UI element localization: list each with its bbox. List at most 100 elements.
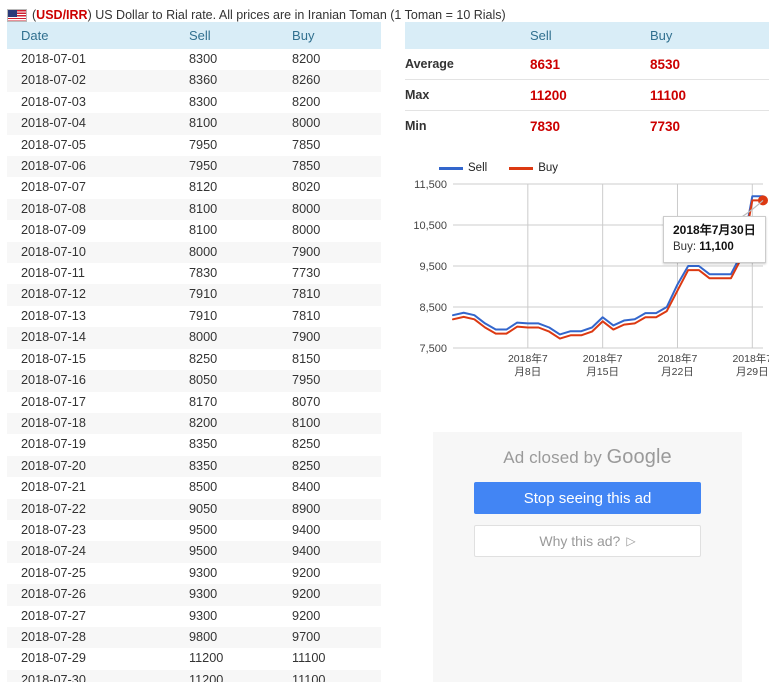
cell-sell: 8350 (188, 458, 218, 473)
table-row: 2018-07-22 9050 8900 (7, 498, 381, 520)
cell-date: 2018-07-09 (21, 223, 86, 238)
chart-gridlines (453, 183, 763, 349)
cell-date: 2018-07-14 (21, 330, 86, 345)
x-axis-tick-label: 2018年7 月15日 (583, 352, 623, 378)
cell-buy: 8020 (292, 180, 321, 195)
currency-pair-code: USD/IRR (36, 8, 88, 22)
cell-buy: 7810 (292, 287, 321, 302)
cell-date: 2018-07-22 (21, 501, 86, 516)
x-axis-tick-label: 2018年7 月22日 (658, 352, 698, 378)
cell-date: 2018-07-02 (21, 73, 86, 88)
table-row: 2018-07-09 8100 8000 (7, 220, 381, 242)
cell-buy: 9200 (292, 587, 321, 602)
cell-date: 2018-07-11 (21, 266, 85, 281)
summary-header-buy: Buy (650, 22, 769, 49)
summary-header-blank (405, 22, 530, 49)
right-panel: Sell Buy Average 8631 8530 Max 11200 11100 Min… (405, 22, 769, 390)
table-row: 2018-07-25 9300 9200 (7, 562, 381, 585)
cell-buy: 8250 (292, 458, 321, 473)
legend-item-sell[interactable]: Sell (439, 162, 487, 174)
cell-sell: 8200 (188, 415, 218, 430)
y-axis-tick-label: 9,500 (419, 261, 447, 273)
y-axis-tick-label: 10,500 (413, 220, 447, 232)
cell-date: 2018-07-26 (21, 587, 86, 602)
chart-legend: Sell Buy (439, 162, 558, 174)
rates-table-header-row: Date Sell Buy (7, 22, 381, 49)
table-row: 2018-07-07 8120 8020 (7, 177, 381, 199)
summary-buy-value: 11100 (650, 79, 769, 111)
cell-sell: 8360 (188, 73, 218, 88)
cell-sell: 8250 (188, 351, 218, 366)
google-wordmark: Google (606, 446, 672, 468)
cell-sell: 8300 (188, 52, 218, 66)
cell-sell: 9300 (188, 565, 218, 580)
table-row: 2018-07-15 8250 8150 (7, 348, 381, 371)
cell-date: 2018-07-08 (21, 201, 86, 216)
rates-table: Date Sell Buy 2018-07-01 8300 8200 2018-07-… (7, 22, 381, 682)
cell-sell: 11200 (188, 651, 224, 666)
cell-buy: 7850 (292, 159, 321, 174)
cell-buy: 11100 (292, 651, 326, 666)
table-row: 2018-07-23 9500 9400 (7, 519, 381, 542)
cell-buy: 8000 (292, 116, 321, 131)
page-root: (USD/IRR) US Dollar to Rial rate. All pr… (0, 0, 774, 682)
why-this-ad-button[interactable]: Why this ad? ▷ (474, 525, 701, 557)
table-row: 2018-07-29 11200 11100 (7, 648, 381, 670)
cell-sell: 8120 (188, 180, 218, 195)
cell-buy: 8260 (292, 73, 321, 88)
cell-sell: 8350 (188, 437, 218, 452)
cell-date: 2018-07-01 (21, 52, 86, 66)
table-row: 2018-07-16 8050 7950 (7, 370, 381, 392)
tooltip-series-label: Buy: (673, 241, 697, 254)
legend-label-buy: Buy (538, 162, 559, 174)
cell-date: 2018-07-06 (21, 159, 86, 174)
cell-date: 2018-07-19 (21, 437, 86, 452)
table-row: 2018-07-11 7830 7730 (7, 263, 381, 285)
cell-buy: 7850 (292, 137, 321, 152)
cell-sell: 8500 (188, 480, 218, 495)
cell-buy: 8400 (292, 480, 321, 495)
legend-item-buy[interactable]: Buy (509, 162, 558, 174)
summary-header-row: Sell Buy (405, 22, 769, 49)
cell-sell: 8170 (188, 394, 218, 409)
cell-buy: 7810 (292, 308, 321, 323)
ad-closed-label: Ad closed by Google (503, 446, 671, 469)
why-this-ad-label: Why this ad? (539, 533, 621, 549)
column-header-date[interactable]: Date (7, 22, 175, 49)
table-row: 2018-07-01 8300 8200 (7, 49, 381, 71)
cell-buy: 8100 (292, 415, 321, 430)
tooltip-value: 11,100 (699, 241, 734, 254)
cell-date: 2018-07-03 (21, 94, 86, 109)
rate-line-chart[interactable]: 7,500 8,500 9,500 10,500 11,500 2018年7 月8日 201… (405, 158, 769, 390)
cell-buy: 8000 (292, 223, 321, 238)
table-row: 2018-07-28 9800 9700 (7, 626, 381, 649)
cell-buy: 8250 (292, 437, 321, 452)
table-row: 2018-07-26 9300 9200 (7, 584, 381, 606)
table-row: 2018-07-12 7910 7810 (7, 284, 381, 306)
table-row: 2018-07-10 8000 7900 (7, 241, 381, 264)
summary-row-label: Max (405, 79, 530, 111)
table-row: 2018-07-13 7910 7810 (7, 305, 381, 328)
cell-sell: 7950 (188, 159, 218, 174)
cell-buy: 8150 (292, 351, 321, 366)
table-row: 2018-07-14 8000 7900 (7, 327, 381, 349)
x-axis-tick-label: 2018年7 月8日 (508, 352, 548, 378)
y-axis-tick-label: 8,500 (419, 302, 447, 314)
table-row: 2018-07-08 8100 8000 (7, 198, 381, 221)
cell-date: 2018-07-25 (21, 565, 86, 580)
column-header-sell[interactable]: Sell (174, 22, 279, 49)
cell-date: 2018-07-21 (21, 480, 86, 495)
summary-row: Average 8631 8530 (405, 49, 769, 80)
cell-buy: 7900 (292, 244, 321, 259)
cell-sell: 9800 (188, 629, 218, 644)
cell-buy: 8900 (292, 501, 321, 516)
cell-sell: 11200 (188, 672, 224, 682)
cell-sell: 7950 (188, 137, 218, 152)
column-header-buy[interactable]: Buy (278, 22, 381, 49)
us-flag-icon (7, 8, 27, 22)
summary-row: Max 11200 11100 (405, 79, 769, 111)
cell-date: 2018-07-24 (21, 544, 86, 559)
cell-sell: 9300 (188, 608, 218, 623)
stop-seeing-ad-button[interactable]: Stop seeing this ad (474, 482, 701, 514)
table-row: 2018-07-30 11200 11100 (7, 669, 381, 682)
